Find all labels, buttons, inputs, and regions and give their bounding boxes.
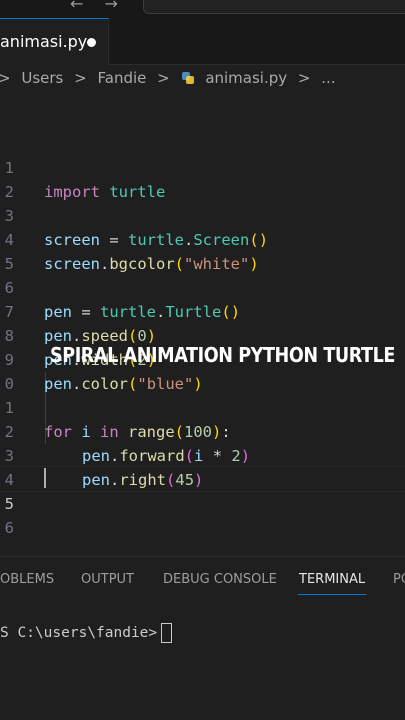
panel-tab-bar: OBLEMS OUTPUT DEBUG CONSOLE TERMINAL PO — [0, 566, 405, 596]
editor-tab-bar: animasi.py — [0, 18, 405, 65]
line-number: 6 — [4, 519, 14, 537]
code-line: 3 screen = turtle.Screen() — [0, 180, 405, 249]
tab-terminal[interactable]: TERMINAL — [299, 572, 365, 587]
terminal-cursor — [161, 623, 173, 643]
tab-debug-console[interactable]: DEBUG CONSOLE — [163, 572, 277, 587]
code-line: 2 — [0, 156, 405, 201]
code-line: 1 import turtle — [0, 132, 405, 201]
code-line: 4 screen.bgcolor("white") — [0, 204, 405, 273]
code-line: 6 pen = turtle.Turtle() — [0, 252, 405, 321]
chevron-right-icon: > — [0, 68, 11, 87]
chevron-right-icon: > — [157, 68, 170, 87]
code-line: 3 pen.right(45) — [0, 420, 405, 489]
unsaved-dot-icon[interactable] — [87, 38, 96, 47]
breadcrumb-item-file[interactable]: animasi.py — [205, 69, 287, 87]
chevron-right-icon: > — [74, 68, 87, 87]
text-cursor — [44, 468, 46, 488]
python-file-icon — [181, 71, 195, 85]
tab-label: animasi.py — [0, 32, 88, 51]
title-bar: ← → — [0, 0, 405, 18]
terminal-prompt-text: S C:\users\fandie> — [0, 625, 158, 641]
tab-animasi-py[interactable]: animasi.py — [0, 18, 109, 65]
code-line: 7 pen.speed(0) — [0, 276, 405, 345]
nav-arrows-icon[interactable]: ← → — [70, 0, 126, 13]
chevron-right-icon: > — [297, 68, 311, 87]
code-line: 4 — [0, 444, 405, 489]
video-title-overlay: SPIRAL ANIMATION PYTHON TURTLE — [50, 343, 395, 367]
command-center-search[interactable] — [143, 0, 405, 14]
tab-output[interactable]: OUTPUT — [81, 572, 134, 587]
code-line: 5 — [0, 468, 405, 513]
breadcrumb: > Users > Fandie > animasi.py > ... — [0, 68, 336, 90]
code-line: 8 pen.width(2) — [0, 300, 405, 369]
code-line: 6 — [0, 492, 405, 537]
code-line: 5 — [0, 228, 405, 273]
tab-problems[interactable]: OBLEMS — [0, 572, 54, 587]
code-line: 1 for i in range(100): — [0, 372, 405, 441]
code-line: 2 pen.forward(i * 2) — [0, 396, 405, 465]
tab-ports[interactable]: PO — [393, 572, 405, 587]
breadcrumb-item-fandie[interactable]: Fandie — [98, 69, 147, 87]
breadcrumb-item-symbols[interactable]: ... — [321, 69, 335, 87]
active-tab-indicator — [298, 594, 366, 595]
panel-divider — [0, 556, 405, 557]
breadcrumb-item-users[interactable]: Users — [21, 69, 63, 87]
terminal-prompt[interactable]: S C:\users\fandie> — [0, 623, 173, 643]
